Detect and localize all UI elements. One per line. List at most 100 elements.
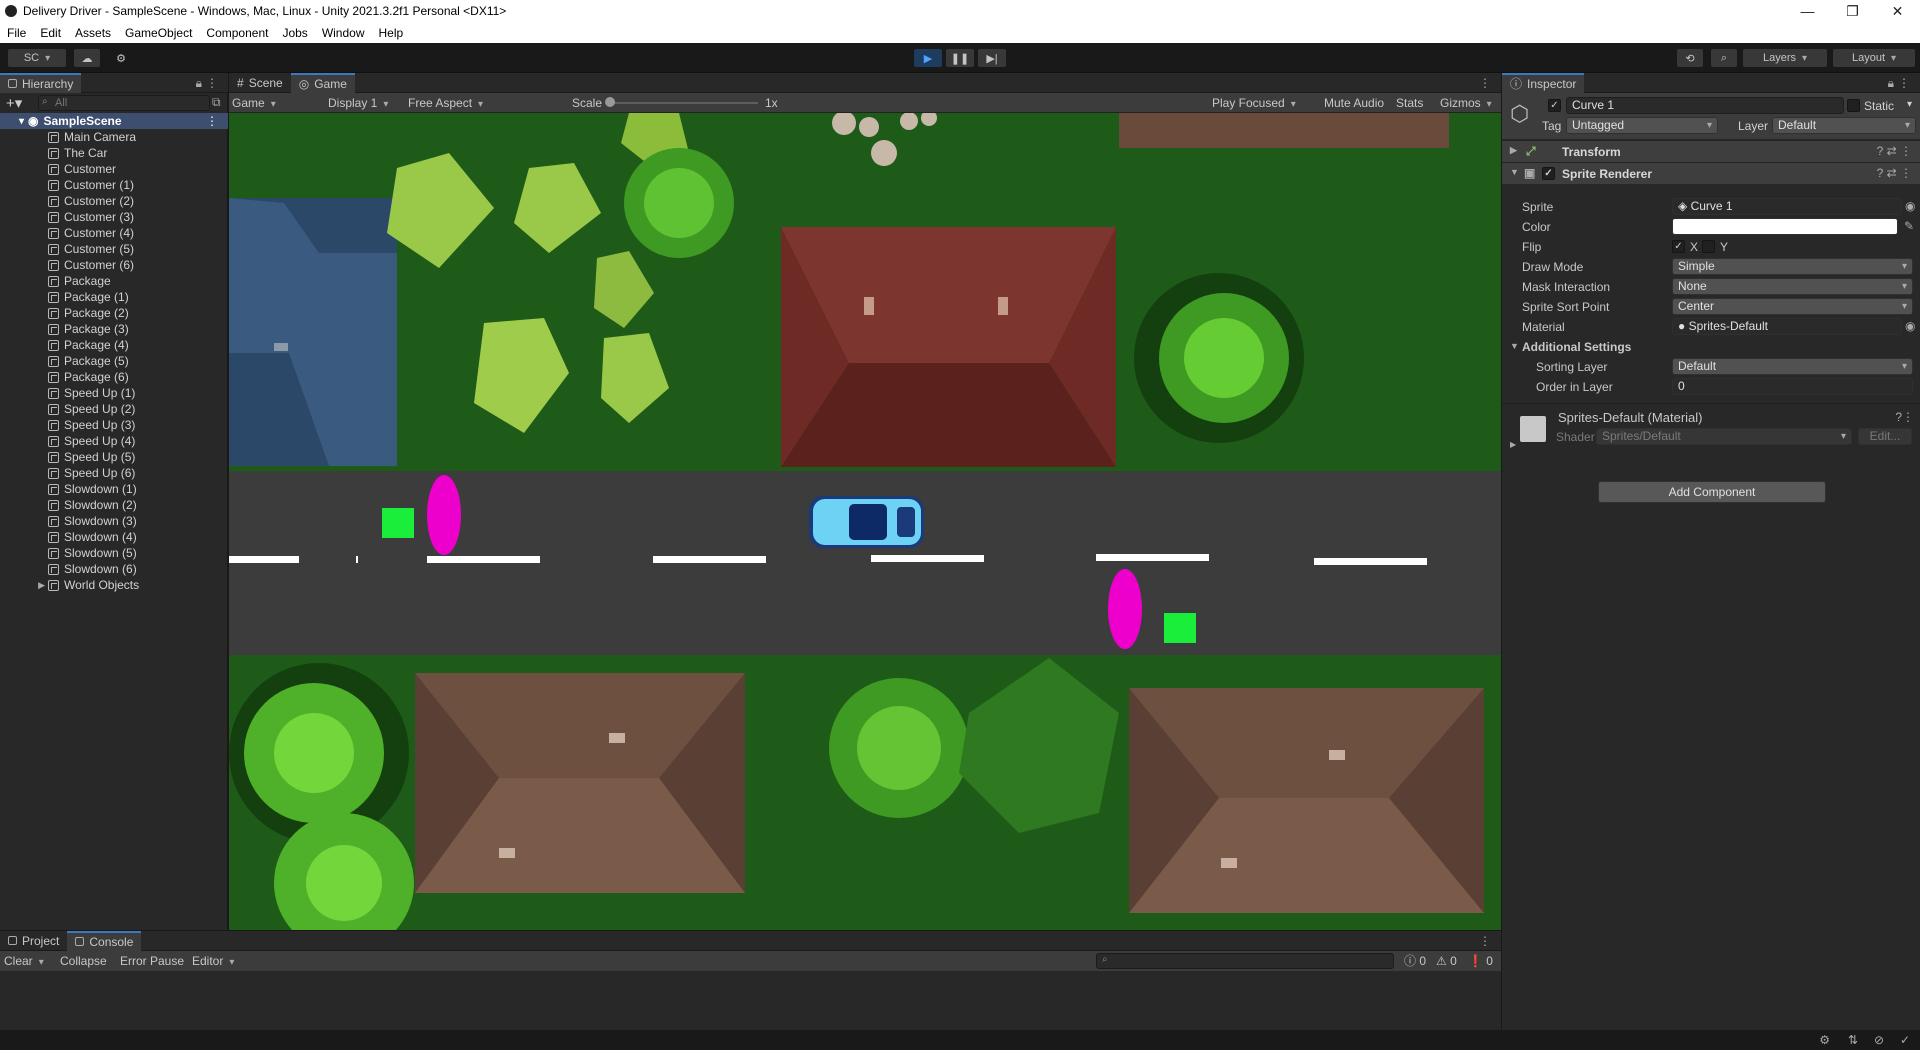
object-name-field[interactable]: Curve 1 (1566, 97, 1844, 114)
cloud-icon[interactable]: ☁ (74, 49, 100, 67)
hierarchy-search-input[interactable]: All (38, 95, 210, 111)
static-checkbox[interactable] (1847, 99, 1860, 112)
collapse-arrow-icon[interactable]: ▶ (1510, 440, 1516, 449)
search-icon[interactable]: ⌕ (1711, 49, 1737, 67)
menu-edit[interactable]: Edit (33, 26, 68, 40)
clear-dropdown[interactable]: Clear (4, 954, 44, 970)
hierarchy-item[interactable]: Customer (3) (0, 209, 228, 225)
game-mode-dropdown[interactable]: Game (232, 96, 318, 110)
mute-audio-toggle[interactable]: Mute Audio (1324, 96, 1384, 110)
gizmos-dropdown[interactable]: Gizmos (1440, 96, 1492, 110)
hierarchy-item[interactable]: Slowdown (3) (0, 513, 228, 529)
hierarchy-item[interactable]: Speed Up (5) (0, 449, 228, 465)
menu-assets[interactable]: Assets (68, 26, 118, 40)
step-button[interactable]: ▶| (978, 49, 1006, 67)
debug-icon[interactable]: ⚙ (1819, 1033, 1830, 1047)
eyedropper-icon[interactable]: ✎ (1904, 219, 1914, 233)
component-menu-icon[interactable]: ? ⇄ ⋮ (1877, 144, 1912, 158)
info-count-toggle[interactable]: ⓘ 0 (1404, 954, 1426, 968)
display-dropdown[interactable]: Display 1 (328, 96, 388, 110)
hierarchy-item[interactable]: Slowdown (5) (0, 545, 228, 561)
hierarchy-item[interactable]: Customer (4) (0, 225, 228, 241)
static-dropdown-icon[interactable]: ▾ (1907, 99, 1912, 110)
hierarchy-item[interactable]: Slowdown (2) (0, 497, 228, 513)
minimize-button[interactable]: — (1785, 3, 1830, 19)
layout-dropdown[interactable]: Layout (1833, 49, 1915, 67)
menu-window[interactable]: Window (315, 26, 372, 40)
hierarchy-item[interactable]: Package (4) (0, 337, 228, 353)
hierarchy-item[interactable]: Speed Up (1) (0, 385, 228, 401)
menu-component[interactable]: Component (199, 26, 275, 40)
expand-arrow-icon[interactable]: ▶ (0, 580, 48, 591)
draw-mode-dropdown[interactable]: Simple (1672, 258, 1913, 275)
hierarchy-item[interactable]: Main Camera (0, 129, 228, 145)
hierarchy-item[interactable]: ▶ World Objects (0, 577, 228, 593)
collapse-toggle[interactable]: Collapse (60, 954, 107, 968)
expand-arrow-icon[interactable]: ▼ (1510, 341, 1519, 351)
shader-dropdown[interactable]: Sprites/Default (1596, 428, 1852, 445)
shader-edit-button[interactable]: Edit... (1858, 428, 1912, 445)
menu-gameobject[interactable]: GameObject (118, 26, 199, 40)
hierarchy-item[interactable]: Package (5) (0, 353, 228, 369)
layers-dropdown[interactable]: Layers (1743, 49, 1827, 67)
tab-console[interactable]: Console (67, 930, 142, 951)
hierarchy-item[interactable]: Customer (0, 161, 228, 177)
lock-icon[interactable]: 🔒︎ (196, 76, 202, 91)
hierarchy-item[interactable]: Package (6) (0, 369, 228, 385)
console-search-input[interactable]: ⌕ (1096, 953, 1394, 969)
check-icon[interactable]: ✓ (1900, 1033, 1910, 1047)
flip-x-checkbox[interactable]: ✓ (1672, 240, 1685, 253)
collab-icon[interactable]: ⚙ (108, 49, 134, 67)
tab-inspector[interactable]: ⓘ Inspector (1502, 72, 1585, 93)
menu-jobs[interactable]: Jobs (275, 26, 314, 40)
menu-help[interactable]: Help (372, 26, 411, 40)
lock-icon[interactable]: 🔒︎ (1888, 76, 1894, 91)
play-button[interactable]: ▶ (914, 49, 942, 67)
progress-icon[interactable]: ⊘ (1874, 1033, 1884, 1047)
aspect-dropdown[interactable]: Free Aspect (408, 96, 556, 110)
more-icon[interactable]: ⋮ (206, 76, 218, 90)
additional-settings-foldout[interactable]: ▼ Additional Settings (1502, 337, 1920, 357)
tag-dropdown[interactable]: Untagged (1566, 117, 1718, 134)
tab-hierarchy[interactable]: Hierarchy (0, 72, 82, 93)
active-checkbox[interactable]: ✓ (1548, 99, 1561, 112)
component-menu-icon[interactable]: ? ⇄ ⋮ (1877, 166, 1912, 180)
material-object-field[interactable]: ● Sprites-Default (1672, 318, 1902, 335)
pause-button[interactable]: ❚❚ (946, 49, 974, 67)
view-menu-icon[interactable]: ⋮ (1479, 76, 1491, 90)
hierarchy-item[interactable]: Speed Up (6) (0, 465, 228, 481)
menu-file[interactable]: File (0, 26, 33, 40)
sprite-renderer-enabled-checkbox[interactable]: ✓ (1542, 167, 1555, 180)
maximize-button[interactable]: ❐ (1830, 3, 1875, 20)
color-swatch[interactable] (1672, 218, 1898, 235)
scene-menu-icon[interactable]: ⋮ (206, 114, 218, 128)
add-component-button[interactable]: Add Component (1598, 481, 1826, 503)
error-pause-toggle[interactable]: Error Pause (120, 954, 184, 968)
hierarchy-item[interactable]: Speed Up (4) (0, 433, 228, 449)
expand-arrow-icon[interactable]: ▾ (0, 116, 28, 127)
history-icon[interactable]: ⟲ (1677, 49, 1703, 67)
layer-dropdown[interactable]: Default (1772, 117, 1916, 134)
hierarchy-item[interactable]: Customer (1) (0, 177, 228, 193)
hierarchy-item[interactable]: Package (3) (0, 321, 228, 337)
scene-row[interactable]: ▾ ◉ SampleScene ⋮ (0, 113, 228, 129)
close-button[interactable]: ✕ (1875, 3, 1920, 20)
collapse-arrow-icon[interactable]: ▶ (1510, 145, 1517, 156)
hierarchy-item[interactable]: Speed Up (3) (0, 417, 228, 433)
scale-slider-handle[interactable] (605, 97, 615, 107)
hierarchy-item[interactable]: Customer (6) (0, 257, 228, 273)
mask-interaction-dropdown[interactable]: None (1672, 278, 1913, 295)
stats-toggle[interactable]: Stats (1396, 96, 1423, 110)
hierarchy-item[interactable]: Slowdown (1) (0, 481, 228, 497)
hierarchy-item[interactable]: Package (1) (0, 289, 228, 305)
help-icon[interactable]: ? (1895, 410, 1902, 424)
warning-count-toggle[interactable]: ⚠ 0 (1436, 954, 1457, 968)
play-focused-dropdown[interactable]: Play Focused (1212, 96, 1296, 110)
network-icon[interactable]: ⇅ (1848, 1033, 1858, 1047)
more-icon[interactable]: ⋮ (1898, 76, 1910, 90)
console-menu-icon[interactable]: ⋮ (1479, 934, 1491, 948)
material-menu-icon[interactable]: ⋮ (1902, 410, 1914, 424)
filter-icon[interactable]: ⧉ (212, 95, 221, 110)
object-picker-icon[interactable]: ◉ (1905, 199, 1915, 213)
scale-slider[interactable] (605, 96, 758, 110)
